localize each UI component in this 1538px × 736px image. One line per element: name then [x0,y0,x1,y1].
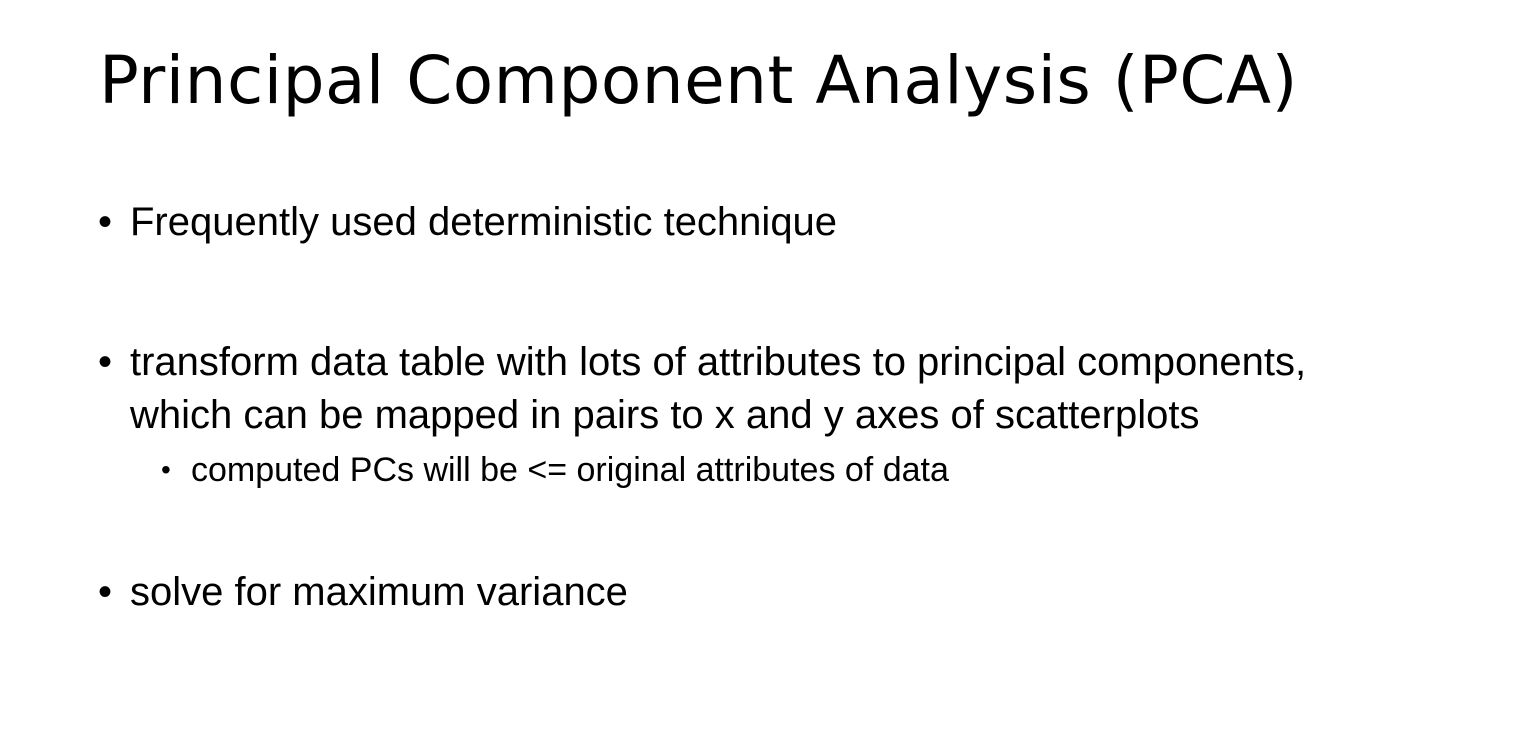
bullet-item: • solve for maximum variance [98,566,628,619]
bullet-text-continuation: which can be mapped in pairs to x and y … [130,393,1200,437]
bullet-point: • [98,200,113,244]
sub-bullet-item: • computed PCs will be <= original attri… [161,448,949,492]
sub-bullet-point: • [161,454,171,485]
bullet-item: • Frequently used deterministic techniqu… [98,196,838,249]
bullet-point: • [98,570,113,614]
bullet-point: • [98,340,113,384]
bullet-text: transform data table with lots of attrib… [130,340,1307,384]
bullet-text: solve for maximum variance [130,570,628,614]
slide-title: Principal Component Analysis (PCA) [99,42,1298,119]
slide: Principal Component Analysis (PCA) • Fre… [0,0,1538,736]
bullet-item: • transform data table with lots of attr… [98,336,1307,442]
bullet-text: Frequently used deterministic technique [130,200,838,244]
sub-bullet-text: computed PCs will be <= original attribu… [191,451,949,489]
